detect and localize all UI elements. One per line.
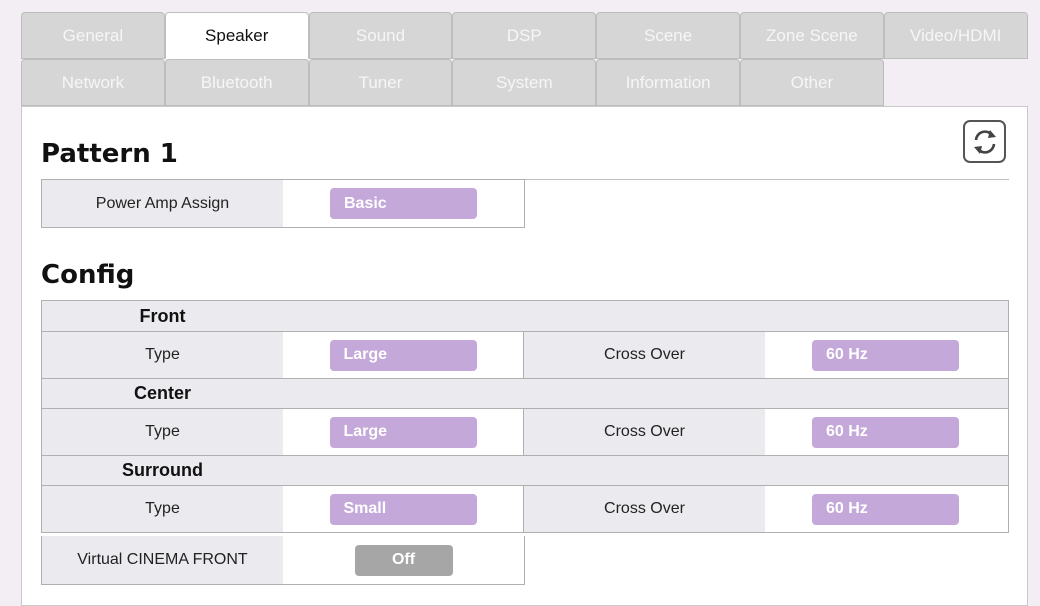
center-type-select[interactable]: Large	[329, 416, 477, 448]
pattern-title: Pattern 1	[41, 139, 178, 169]
center-type-label: Type	[42, 409, 283, 455]
virtual-cinema-table: Virtual CINEMA FRONT Off	[41, 536, 525, 585]
front-type-cell: Large	[283, 332, 524, 378]
front-group-header: Front	[42, 301, 1008, 331]
center-crossover-label: Cross Over	[524, 409, 765, 455]
tab-general[interactable]: General	[21, 12, 165, 59]
surround-heading: Surround	[122, 460, 203, 480]
refresh-icon	[973, 129, 996, 154]
tab-speaker[interactable]: Speaker	[164, 12, 309, 59]
tab-network[interactable]: Network	[21, 59, 165, 106]
tab-other[interactable]: Other	[739, 59, 884, 106]
center-crossover-cell: 60 Hz	[765, 409, 1006, 455]
tab-scene[interactable]: Scene	[596, 12, 740, 59]
center-type-cell: Large	[283, 409, 524, 455]
virtual-cinema-toggle[interactable]: Off	[354, 544, 453, 576]
speaker-settings-panel: Pattern 1 Power Amp Assign Basic Config …	[21, 106, 1028, 606]
tab-bluetooth[interactable]: Bluetooth	[164, 59, 309, 106]
tab-row-2: Network Bluetooth Tuner System Informati…	[21, 59, 1028, 106]
tab-tuner[interactable]: Tuner	[308, 59, 453, 106]
power-amp-select[interactable]: Basic	[330, 188, 477, 219]
front-crossover-select[interactable]: 60 Hz	[812, 339, 959, 371]
tab-row-1: General Speaker Sound DSP Scene Zone Sce…	[21, 12, 1028, 59]
center-heading: Center	[133, 383, 191, 403]
power-amp-row: Power Amp Assign Basic	[42, 180, 524, 227]
front-crossover-label: Cross Over	[524, 332, 765, 378]
tab-zone-scene[interactable]: Zone Scene	[739, 12, 884, 59]
config-table: Front Type Large Cross Over 60 Hz Center…	[41, 300, 1009, 533]
surround-crossover-cell: 60 Hz	[765, 486, 1006, 532]
tab-sound[interactable]: Sound	[308, 12, 453, 59]
power-amp-table: Power Amp Assign Basic	[41, 179, 525, 228]
surround-row: Type Small Cross Over 60 Hz	[42, 485, 1008, 532]
surround-type-label: Type	[42, 486, 283, 532]
front-row: Type Large Cross Over 60 Hz	[42, 331, 1008, 378]
front-type-label: Type	[42, 332, 283, 378]
surround-type-cell: Small	[283, 486, 524, 532]
center-crossover-select[interactable]: 60 Hz	[812, 416, 959, 448]
front-type-select[interactable]: Large	[329, 339, 477, 371]
front-heading: Front	[139, 305, 186, 326]
refresh-button[interactable]	[963, 120, 1006, 163]
surround-type-select[interactable]: Small	[329, 493, 477, 525]
surround-group-header: Surround	[42, 455, 1008, 485]
surround-crossover-select[interactable]: 60 Hz	[812, 493, 959, 525]
virtual-cinema-cell: Off	[283, 536, 524, 584]
tab-bar: General Speaker Sound DSP Scene Zone Sce…	[21, 12, 1028, 106]
tab-information[interactable]: Information	[596, 59, 740, 106]
power-amp-label: Power Amp Assign	[42, 180, 283, 227]
surround-crossover-label: Cross Over	[524, 486, 765, 532]
tab-system[interactable]: System	[452, 59, 597, 106]
virtual-cinema-label: Virtual CINEMA FRONT	[42, 536, 283, 584]
virtual-cinema-row: Virtual CINEMA FRONT Off	[42, 536, 524, 584]
front-crossover-cell: 60 Hz	[765, 332, 1006, 378]
tab-dsp[interactable]: DSP	[452, 12, 597, 59]
power-amp-value-cell: Basic	[283, 180, 524, 227]
tab-video-hdmi[interactable]: Video/HDMI	[883, 12, 1028, 59]
config-title: Config	[41, 260, 135, 290]
center-group-header: Center	[42, 378, 1008, 408]
center-row: Type Large Cross Over 60 Hz	[42, 408, 1008, 455]
